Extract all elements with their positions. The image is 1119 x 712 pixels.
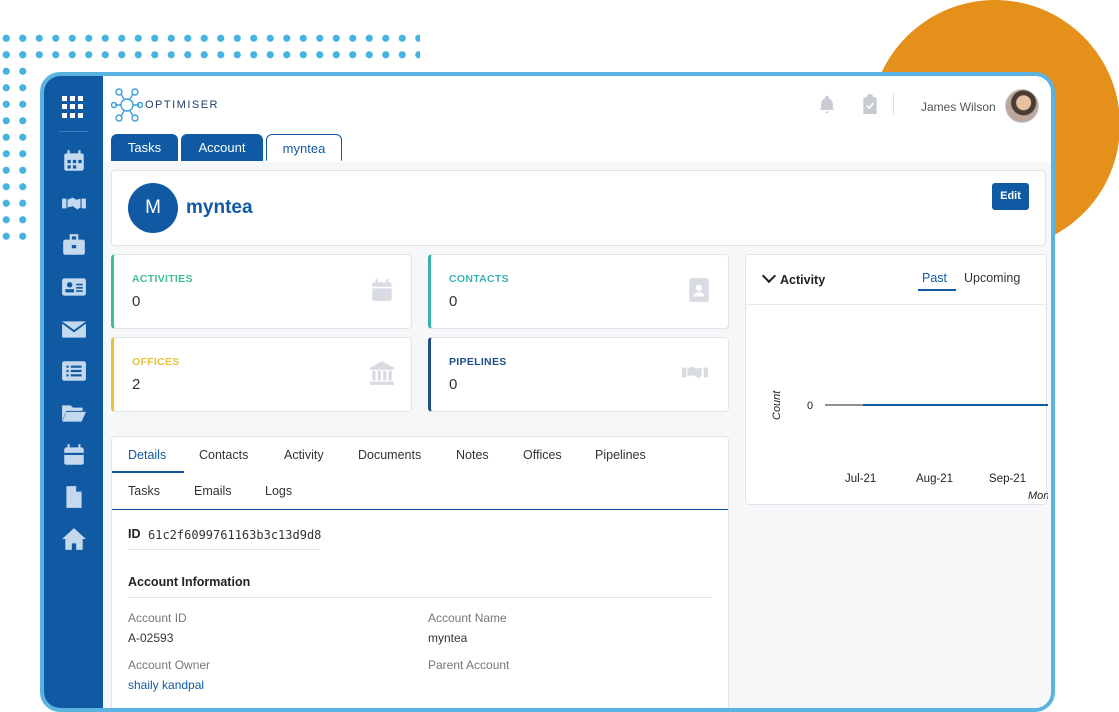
handshake-icon bbox=[682, 366, 708, 379]
apps-grid-icon[interactable] bbox=[62, 96, 84, 118]
main-content: M myntea Edit ACTIVITIES 0 CONTACTS 0 OF… bbox=[103, 162, 1051, 708]
id-value: 61c2f6099761163b3c13d9d8 bbox=[148, 528, 322, 542]
details-tabs-divider bbox=[112, 509, 728, 510]
tab-emails[interactable]: Emails bbox=[194, 484, 232, 498]
handshake-icon bbox=[61, 197, 86, 210]
account-title: myntea bbox=[186, 197, 253, 218]
activity-panel: Activity Past Upcoming Count 0 Jul-21 Au… bbox=[745, 254, 1048, 505]
chart-y-axis-label: Count bbox=[771, 390, 783, 420]
parent-account-label: Parent Account bbox=[428, 658, 510, 672]
tab-contacts[interactable]: Contacts bbox=[199, 448, 248, 462]
record-tabs: Tasks Account myntea bbox=[111, 134, 1051, 163]
account-header-card: M myntea Edit bbox=[111, 170, 1046, 246]
chart-x-tick: Sep-21 bbox=[989, 473, 1026, 485]
contact-card-icon bbox=[61, 278, 86, 296]
section-title: Account Information bbox=[128, 575, 251, 589]
task-clipboard-icon[interactable] bbox=[861, 94, 879, 114]
user-name[interactable]: James Wilson bbox=[921, 100, 996, 114]
sidebar-item-calendar[interactable] bbox=[44, 148, 103, 179]
decorative-dots-top bbox=[0, 30, 420, 62]
sidebar-divider bbox=[59, 131, 88, 132]
tab-tasks[interactable]: Tasks bbox=[128, 484, 160, 498]
tab-past[interactable]: Past bbox=[922, 271, 947, 285]
stat-value: 0 bbox=[132, 293, 141, 310]
section-divider bbox=[128, 597, 712, 598]
stat-value: 2 bbox=[132, 376, 141, 393]
optimiser-logo-icon bbox=[111, 88, 143, 122]
tab-activity[interactable]: Activity bbox=[284, 448, 324, 462]
contact-card-icon bbox=[689, 278, 709, 302]
app-window: OPTIMISER James Wilson Tasks Account myn… bbox=[40, 72, 1055, 712]
details-panel: Details Contacts Activity Documents Note… bbox=[111, 436, 729, 708]
edit-button[interactable]: Edit bbox=[992, 183, 1029, 210]
sidebar-item-contacts[interactable] bbox=[44, 274, 103, 305]
account-id-value: A-02593 bbox=[128, 631, 174, 645]
mail-icon bbox=[61, 321, 86, 338]
notification-bell-icon[interactable] bbox=[817, 94, 837, 114]
top-bar: OPTIMISER James Wilson bbox=[103, 76, 1051, 132]
brand-logo[interactable]: OPTIMISER bbox=[111, 84, 219, 126]
calendar-icon bbox=[372, 279, 392, 301]
tab-details[interactable]: Details bbox=[128, 448, 166, 462]
id-label: ID bbox=[128, 527, 141, 541]
tab-notes[interactable]: Notes bbox=[456, 448, 489, 462]
account-owner-link[interactable]: shaily kandpal bbox=[128, 678, 204, 692]
tab-details-underline bbox=[112, 471, 184, 473]
stat-label: PIPELINES bbox=[449, 356, 507, 368]
sidebar-item-documents[interactable] bbox=[44, 484, 103, 515]
account-id-label: Account ID bbox=[128, 611, 187, 625]
sidebar-item-folders[interactable] bbox=[44, 400, 103, 431]
decorative-dots-left bbox=[0, 30, 30, 245]
stat-card-activities[interactable]: ACTIVITIES 0 bbox=[111, 254, 412, 329]
account-name-value: myntea bbox=[428, 631, 468, 645]
folder-open-icon bbox=[61, 405, 86, 422]
activity-toggle[interactable]: Activity bbox=[761, 268, 826, 287]
topbar-divider bbox=[893, 94, 894, 114]
chart-x-axis-label: Mon bbox=[1028, 490, 1048, 502]
sidebar-item-events[interactable] bbox=[44, 442, 103, 473]
tab-myntea[interactable]: myntea bbox=[266, 134, 342, 161]
tab-pipelines[interactable]: Pipelines bbox=[595, 448, 646, 462]
chevron-down-icon bbox=[761, 268, 777, 284]
user-avatar[interactable] bbox=[1005, 89, 1039, 123]
activity-chart: Count 0 Jul-21 Aug-21 Sep-21 Mon bbox=[771, 390, 1048, 502]
sidebar-item-deals[interactable] bbox=[44, 190, 103, 221]
stat-label: OFFICES bbox=[132, 356, 180, 368]
sidebar bbox=[44, 76, 103, 708]
list-icon bbox=[61, 361, 86, 381]
stat-label: ACTIVITIES bbox=[132, 273, 193, 285]
stat-card-pipelines[interactable]: PIPELINES 0 bbox=[428, 337, 729, 412]
chart-y-tick: 0 bbox=[807, 400, 813, 412]
tab-past-underline bbox=[918, 289, 956, 291]
sidebar-item-home[interactable] bbox=[44, 526, 103, 557]
stat-value: 0 bbox=[449, 376, 458, 393]
bank-icon bbox=[370, 361, 394, 385]
account-owner-label: Account Owner bbox=[128, 658, 211, 672]
chart-x-tick: Jul-21 bbox=[845, 473, 876, 485]
stat-label: CONTACTS bbox=[449, 273, 509, 285]
tab-documents[interactable]: Documents bbox=[358, 448, 421, 462]
sidebar-item-accounts[interactable] bbox=[44, 232, 103, 263]
account-avatar: M bbox=[128, 183, 178, 233]
stat-value: 0 bbox=[449, 293, 458, 310]
sidebar-item-list[interactable] bbox=[44, 358, 103, 389]
tab-offices[interactable]: Offices bbox=[523, 448, 562, 462]
briefcase-icon bbox=[62, 234, 85, 255]
tab-tasks[interactable]: Tasks bbox=[111, 134, 178, 161]
stat-card-contacts[interactable]: CONTACTS 0 bbox=[428, 254, 729, 329]
brand-name: OPTIMISER bbox=[145, 99, 220, 111]
file-icon bbox=[65, 486, 82, 508]
sidebar-item-mail[interactable] bbox=[44, 316, 103, 347]
id-underline bbox=[128, 549, 320, 550]
calendar-icon bbox=[63, 150, 84, 171]
calendar-alt-icon bbox=[63, 444, 84, 465]
account-name-label: Account Name bbox=[428, 611, 507, 625]
tab-logs[interactable]: Logs bbox=[265, 484, 292, 498]
activity-title: Activity bbox=[780, 273, 826, 287]
tab-account[interactable]: Account bbox=[181, 134, 263, 161]
stat-card-offices[interactable]: OFFICES 2 bbox=[111, 337, 412, 412]
home-icon bbox=[61, 528, 86, 550]
tab-upcoming[interactable]: Upcoming bbox=[964, 271, 1020, 285]
chart-x-tick: Aug-21 bbox=[916, 473, 953, 485]
